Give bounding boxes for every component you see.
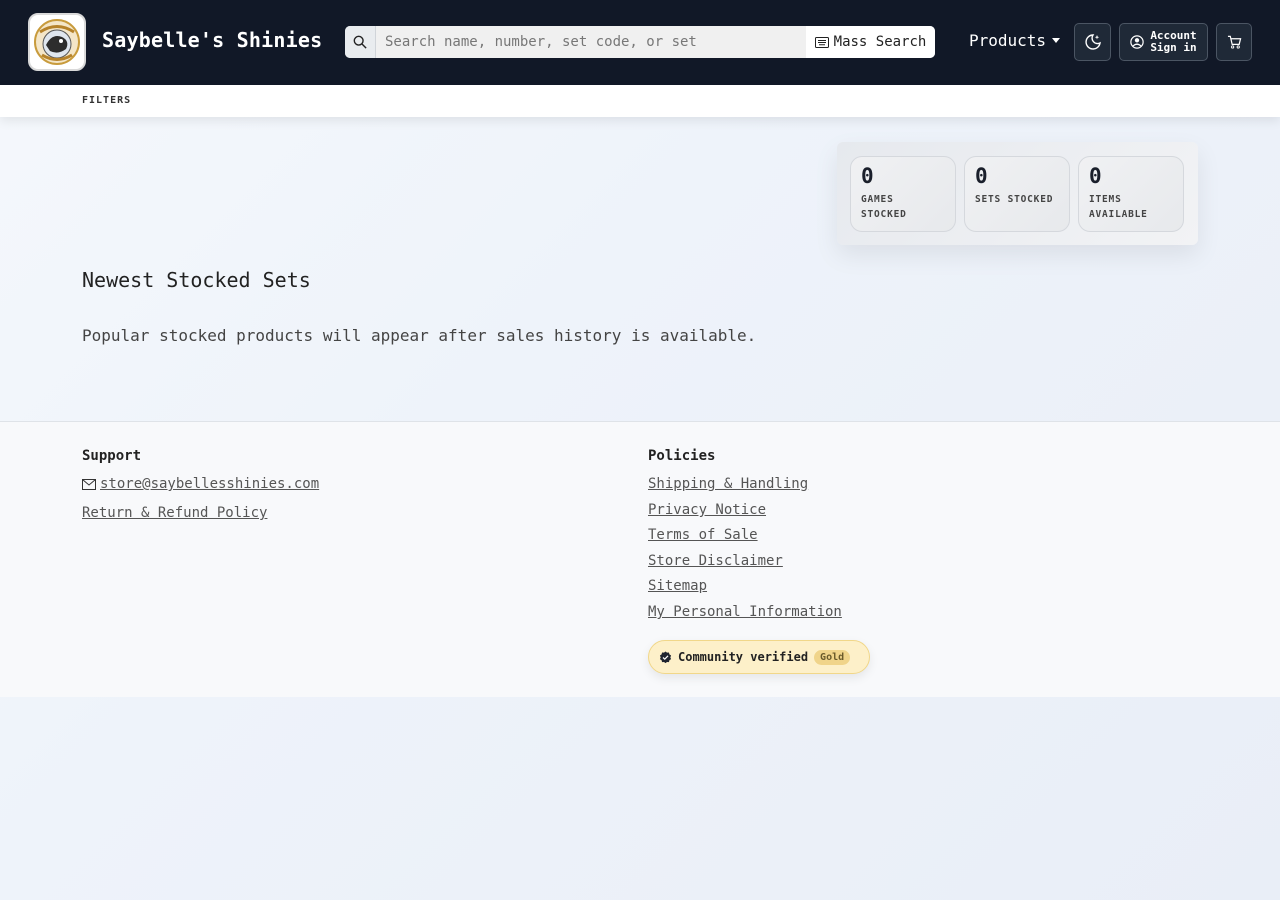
- stat-value: 0: [1089, 164, 1102, 188]
- terms-link[interactable]: Terms of Sale: [648, 527, 758, 543]
- support-heading: Support: [82, 448, 142, 464]
- search-icon[interactable]: [345, 26, 376, 58]
- theme-toggle-button[interactable]: [1074, 23, 1111, 61]
- mass-search-button[interactable]: Mass Search: [806, 26, 935, 58]
- stat-value: 0: [975, 164, 988, 188]
- moon-stars-icon: [1084, 34, 1101, 50]
- badge-text: Community verified: [678, 650, 809, 664]
- personal-info-link[interactable]: My Personal Information: [648, 604, 842, 620]
- store-name[interactable]: Saybelle's Shinies: [102, 28, 322, 52]
- keyboard-icon: [814, 36, 829, 48]
- community-verified-badge[interactable]: Community verified Gold: [648, 640, 870, 674]
- refund-policy-link[interactable]: Return & Refund Policy: [82, 505, 267, 521]
- stat-value: 0: [861, 164, 874, 188]
- user-circle-icon: [1130, 35, 1145, 49]
- envelope-icon: [82, 478, 96, 490]
- verified-badge-icon: [659, 650, 672, 663]
- stat-items-available: 0 ITEMS AVAILABLE: [1078, 156, 1184, 232]
- stat-games-stocked: 0 GAMES STOCKED: [850, 156, 956, 232]
- sign-in-label: Sign in: [1150, 41, 1197, 54]
- filters-toggle[interactable]: FILTERS: [82, 95, 131, 106]
- stat-sets-stocked: 0 SETS STOCKED: [964, 156, 1070, 232]
- empty-state-note: Popular stocked products will appear aft…: [82, 326, 757, 345]
- account-button[interactable]: Account Sign in: [1119, 23, 1208, 61]
- stat-label: SETS STOCKED: [975, 194, 1054, 205]
- cart-icon: [1227, 35, 1241, 49]
- support-email-link[interactable]: store@saybellesshinies.com: [100, 476, 319, 492]
- mass-search-label: Mass Search: [833, 34, 927, 50]
- sitemap-link[interactable]: Sitemap: [648, 578, 707, 594]
- stat-label: ITEMS AVAILABLE: [1089, 194, 1148, 220]
- shipping-link[interactable]: Shipping & Handling: [648, 476, 808, 492]
- badge-tier: Gold: [814, 649, 851, 665]
- products-label: Products: [969, 31, 1047, 50]
- search-bar: Mass Search: [345, 26, 935, 58]
- store-logo[interactable]: [28, 13, 86, 71]
- store-stats-card: 0 GAMES STOCKED 0 SETS STOCKED 0 ITEMS A…: [837, 142, 1198, 245]
- privacy-link[interactable]: Privacy Notice: [648, 502, 766, 518]
- search-input[interactable]: [376, 26, 806, 58]
- support-email-row: store@saybellesshinies.com: [82, 476, 319, 492]
- filters-bar: FILTERS: [0, 85, 1280, 117]
- policies-heading: Policies: [648, 448, 716, 464]
- footer: Support store@saybellesshinies.com Retur…: [0, 421, 1280, 697]
- disclaimer-link[interactable]: Store Disclaimer: [648, 553, 783, 569]
- top-navbar: Saybelle's Shinies Mass Search Products …: [0, 0, 1280, 85]
- products-dropdown[interactable]: Products: [969, 31, 1061, 50]
- chevron-down-icon: [1052, 38, 1061, 43]
- stat-label: GAMES STOCKED: [861, 194, 907, 220]
- section-title: Newest Stocked Sets: [82, 268, 311, 292]
- cart-button[interactable]: [1216, 23, 1252, 61]
